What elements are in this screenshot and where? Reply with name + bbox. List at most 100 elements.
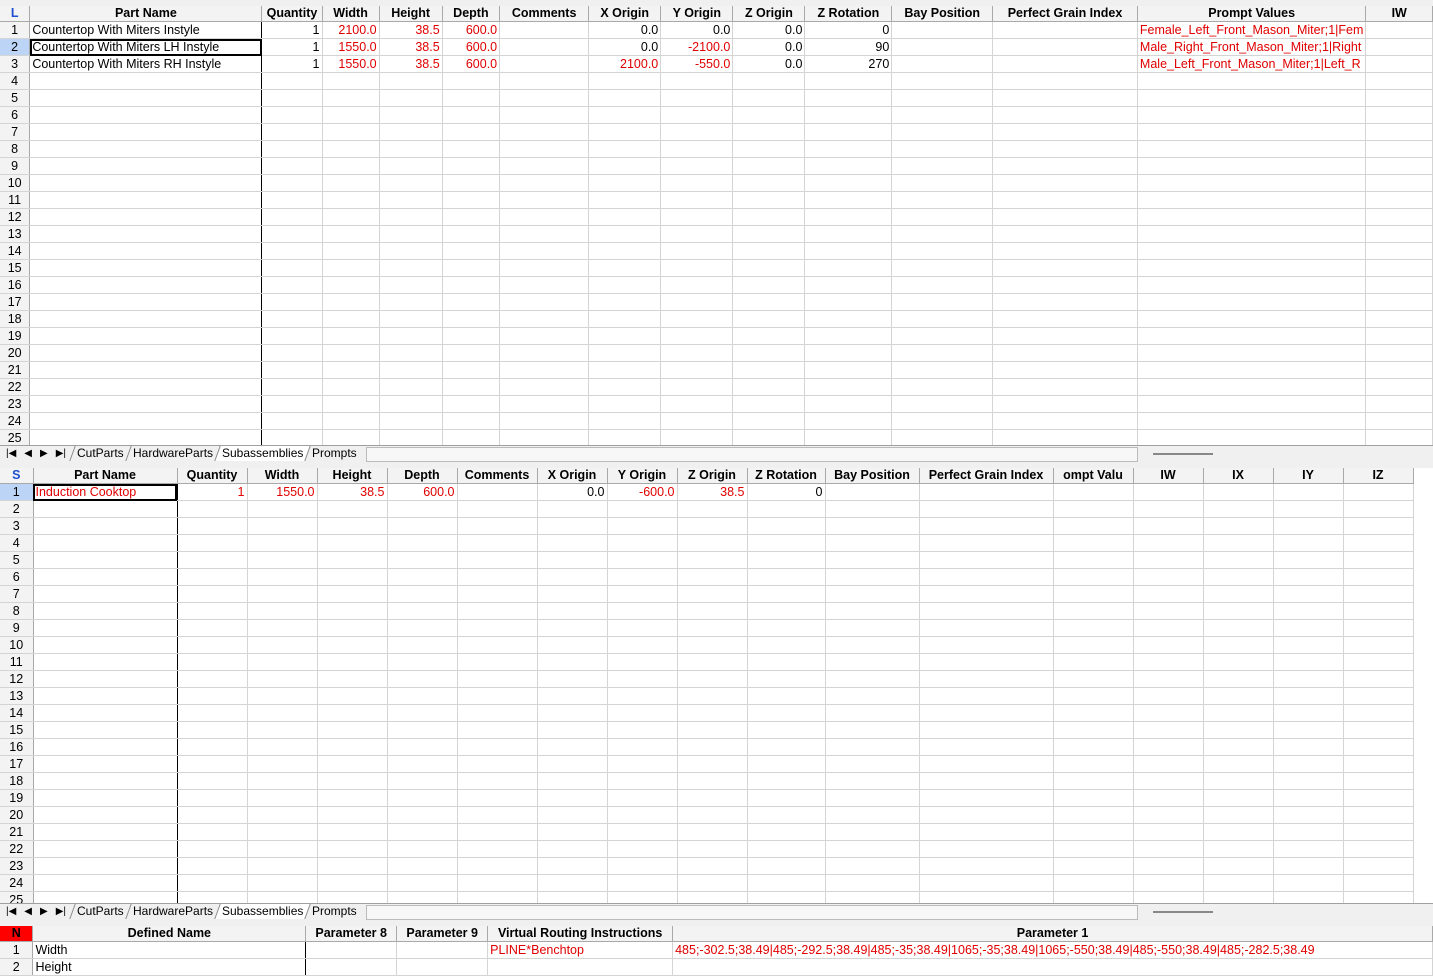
- cell-comments[interactable]: [499, 276, 590, 294]
- row-number[interactable]: 11: [0, 653, 34, 671]
- cell-quantity[interactable]: [261, 242, 323, 260]
- cell-iy[interactable]: [1273, 806, 1344, 824]
- cell-comments[interactable]: [499, 191, 590, 209]
- tab-hardwareparts[interactable]: HardwareParts: [124, 446, 220, 461]
- cell-comments[interactable]: [457, 738, 538, 756]
- cell-height[interactable]: [379, 395, 443, 413]
- cell-depth[interactable]: [387, 619, 458, 637]
- cell-quantity[interactable]: [177, 789, 248, 807]
- cell-y-origin[interactable]: [607, 704, 678, 722]
- cell-quantity[interactable]: [177, 500, 248, 518]
- cell-z-rotation[interactable]: [747, 721, 826, 739]
- cell-z-origin[interactable]: [732, 395, 806, 413]
- cell-z-rotation[interactable]: [804, 310, 893, 328]
- cell-comments[interactable]: [457, 721, 538, 739]
- cell-z-rotation[interactable]: [747, 636, 826, 654]
- cell-width[interactable]: [247, 636, 318, 654]
- cell-iw[interactable]: [1365, 55, 1433, 73]
- column-header-height[interactable]: Height: [317, 468, 388, 484]
- cell-width[interactable]: [322, 242, 380, 260]
- cell-part-name[interactable]: [29, 208, 263, 226]
- cell-z-rotation[interactable]: [747, 840, 826, 858]
- cell-depth[interactable]: [387, 568, 458, 586]
- cell-depth[interactable]: [442, 157, 501, 175]
- cell-comments[interactable]: [499, 344, 590, 362]
- cell-iz[interactable]: [1343, 823, 1414, 841]
- cell-width[interactable]: [247, 670, 318, 688]
- cell-part-name[interactable]: [29, 106, 263, 124]
- cell-quantity[interactable]: [177, 772, 248, 790]
- cell-depth[interactable]: [442, 429, 501, 446]
- cell-quantity[interactable]: 1: [177, 483, 248, 501]
- cell-bay-position[interactable]: [825, 670, 920, 688]
- row-number[interactable]: 7: [0, 123, 31, 141]
- cell-x-origin[interactable]: [537, 772, 608, 790]
- cell-z-rotation[interactable]: [747, 551, 826, 569]
- cell-depth[interactable]: 600.0: [387, 483, 458, 501]
- cell-bay-position[interactable]: [825, 840, 920, 858]
- cell-quantity[interactable]: [177, 585, 248, 603]
- cell-x-origin[interactable]: [537, 551, 608, 569]
- cell-width[interactable]: [247, 551, 318, 569]
- row-number[interactable]: 16: [0, 738, 34, 756]
- cell-perfect-grain-index[interactable]: [919, 755, 1054, 773]
- cell-iz[interactable]: [1343, 636, 1414, 654]
- cell-perfect-grain-index[interactable]: [919, 534, 1054, 552]
- cell-ix[interactable]: [1203, 721, 1274, 739]
- row-number[interactable]: 23: [0, 857, 34, 875]
- cell-bay-position[interactable]: [891, 242, 994, 260]
- cell-iw[interactable]: [1133, 806, 1204, 824]
- column-header-ix[interactable]: IX: [1203, 468, 1274, 484]
- cell-depth[interactable]: [387, 687, 458, 705]
- cell-ix[interactable]: [1203, 789, 1274, 807]
- cell-z-origin[interactable]: [677, 772, 748, 790]
- cell-ompt-valu[interactable]: [1053, 789, 1134, 807]
- cell-ompt-valu[interactable]: [1053, 874, 1134, 892]
- cell-z-origin[interactable]: [677, 823, 748, 841]
- cell-comments[interactable]: [499, 72, 590, 90]
- cell-bay-position[interactable]: [825, 636, 920, 654]
- cell-iw[interactable]: [1365, 208, 1433, 226]
- cell-perfect-grain-index[interactable]: [919, 551, 1054, 569]
- cell-prompt-values[interactable]: [1137, 89, 1367, 107]
- column-header-part-name[interactable]: Part Name: [33, 468, 178, 484]
- cell-iw[interactable]: [1365, 225, 1433, 243]
- cell-y-origin[interactable]: [607, 772, 678, 790]
- cell-iw[interactable]: [1365, 344, 1433, 362]
- cell-bay-position[interactable]: [891, 21, 994, 39]
- cell-z-rotation[interactable]: [804, 123, 893, 141]
- cell-z-origin[interactable]: [732, 157, 806, 175]
- cell-comments[interactable]: [457, 806, 538, 824]
- cell-z-rotation[interactable]: [747, 602, 826, 620]
- cell-z-origin[interactable]: [732, 208, 806, 226]
- cell-z-rotation[interactable]: [804, 378, 893, 396]
- cell-width[interactable]: [247, 585, 318, 603]
- cell-iw[interactable]: [1133, 534, 1204, 552]
- cell-quantity[interactable]: [177, 636, 248, 654]
- cell-part-name[interactable]: [29, 395, 263, 413]
- cell-iy[interactable]: [1273, 483, 1344, 501]
- row-number[interactable]: 22: [0, 840, 34, 858]
- cell-z-origin[interactable]: [732, 429, 806, 446]
- column-header-perfect-grain-index[interactable]: Perfect Grain Index: [992, 6, 1138, 22]
- cell-ompt-valu[interactable]: [1053, 619, 1134, 637]
- cell-prompt-values[interactable]: [1137, 327, 1367, 345]
- row-number[interactable]: 8: [0, 140, 31, 158]
- cell-bay-position[interactable]: [825, 857, 920, 875]
- cell-quantity[interactable]: [261, 225, 323, 243]
- cell-depth[interactable]: [442, 140, 501, 158]
- cell-prompt-values[interactable]: [1137, 259, 1367, 277]
- row-number[interactable]: 21: [0, 361, 31, 379]
- cell-z-rotation[interactable]: [804, 259, 893, 277]
- cell-iw[interactable]: [1365, 412, 1433, 430]
- cell-iw[interactable]: [1133, 840, 1204, 858]
- cell-part-name[interactable]: [33, 551, 178, 569]
- cell-bay-position[interactable]: [825, 551, 920, 569]
- cell-quantity[interactable]: [177, 755, 248, 773]
- cell-comments[interactable]: [499, 55, 590, 73]
- cell-depth[interactable]: [387, 534, 458, 552]
- cell-prompt-values[interactable]: Male_Left_Front_Mason_Miter;1|Left_R: [1137, 55, 1367, 73]
- cell-y-origin[interactable]: [607, 602, 678, 620]
- cell-iz[interactable]: [1343, 874, 1414, 892]
- cell-height[interactable]: [317, 517, 388, 535]
